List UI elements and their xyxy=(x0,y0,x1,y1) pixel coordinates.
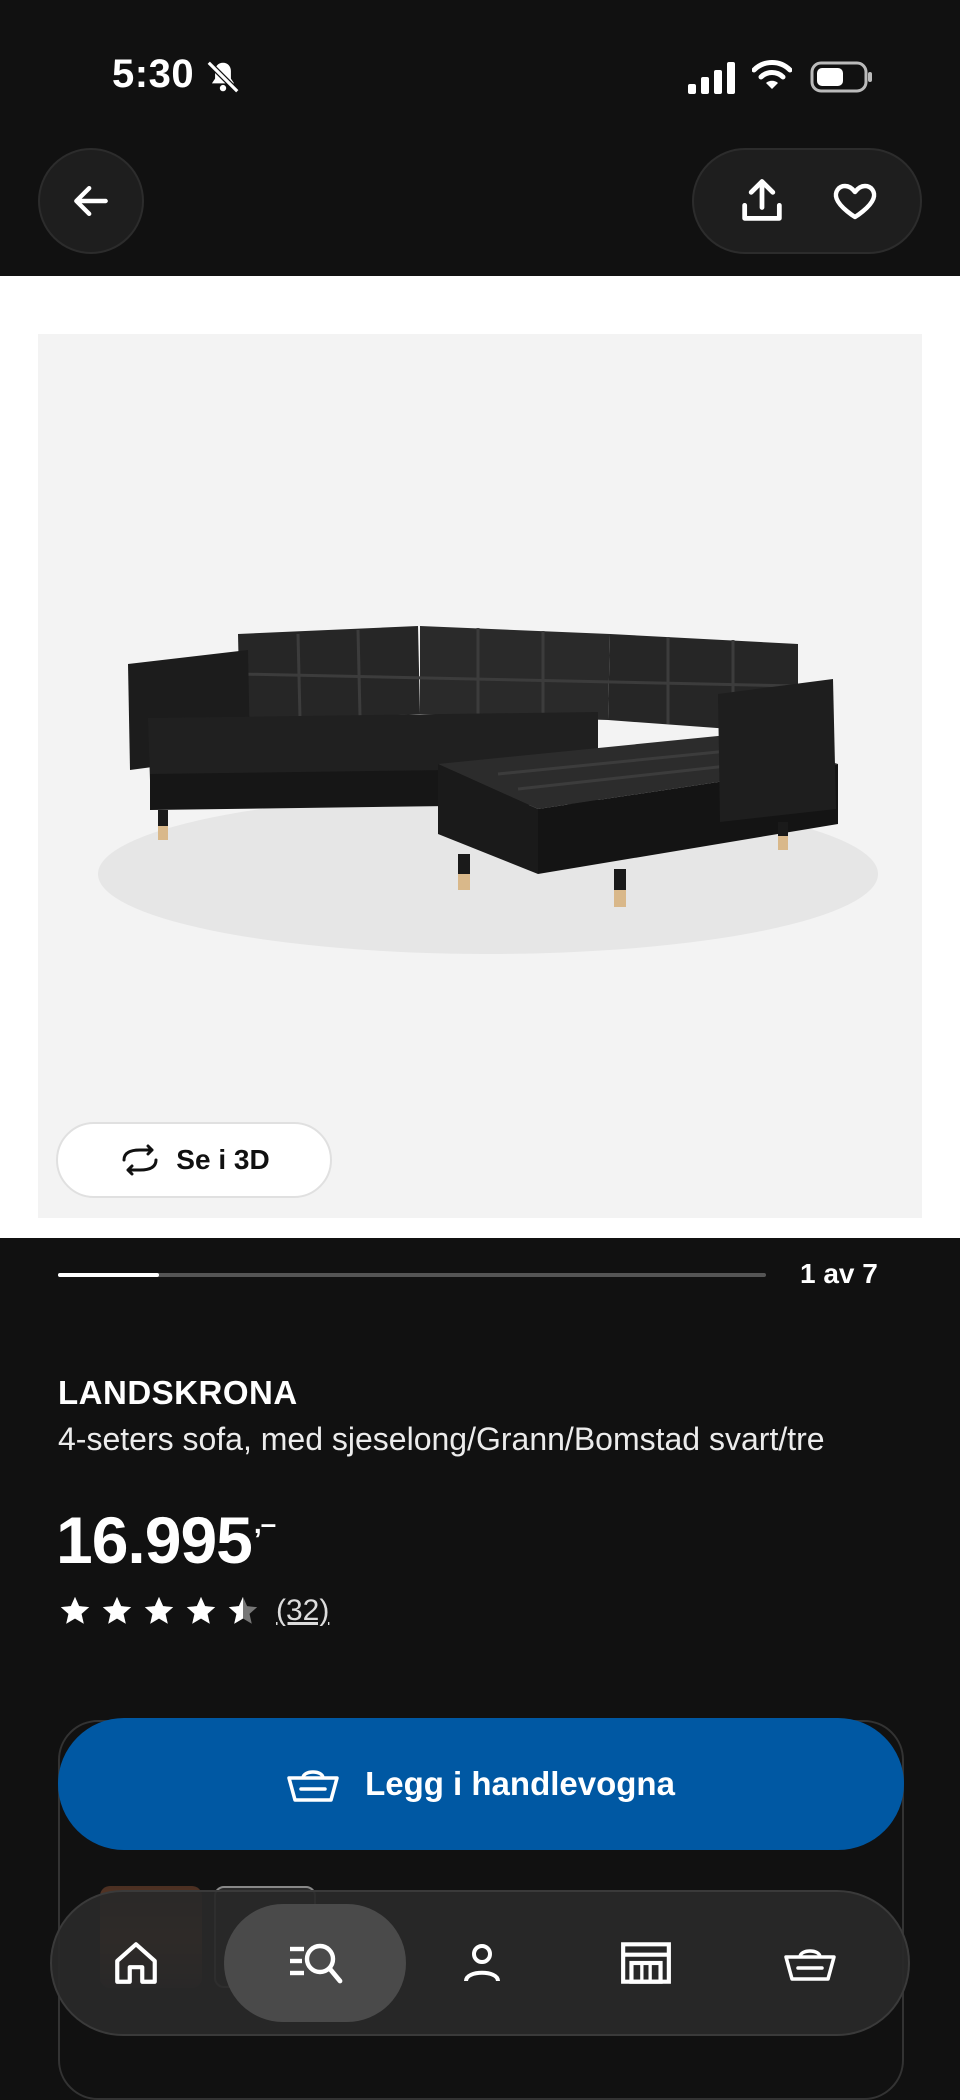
rotate-3d-icon xyxy=(122,1144,158,1176)
profile-icon xyxy=(464,1944,500,1982)
price-suffix: ,– xyxy=(253,1508,276,1539)
home-icon xyxy=(115,1942,157,1984)
gallery-page-counter: 1 av 7 xyxy=(800,1258,878,1289)
search-icon xyxy=(290,1943,343,1984)
store-icon xyxy=(621,1942,671,1984)
add-to-cart-button[interactable]: Legg i handlevogna xyxy=(58,1718,904,1850)
product-image[interactable]: Se i 3D xyxy=(38,334,922,1218)
gallery-progress xyxy=(58,1273,766,1277)
wifi-icon xyxy=(752,60,792,89)
status-time: 5:30 xyxy=(112,52,195,96)
share-icon[interactable] xyxy=(736,175,788,227)
bottom-navigation xyxy=(50,1890,910,2036)
arrow-left-icon xyxy=(74,185,108,217)
battery-icon xyxy=(810,61,872,93)
product-name: LANDSKRONA xyxy=(58,1374,298,1411)
star-icon xyxy=(186,1596,216,1624)
star-icon xyxy=(144,1596,174,1624)
price-value: 16.995 xyxy=(56,1503,253,1577)
nav-home[interactable] xyxy=(66,1892,206,2034)
heart-icon[interactable] xyxy=(831,177,879,225)
nav-store[interactable] xyxy=(576,1892,716,2034)
nav-cart[interactable] xyxy=(740,1892,880,2034)
sofa-image xyxy=(98,626,878,954)
star-icon xyxy=(60,1596,90,1624)
product-price: 16.995,– xyxy=(56,1502,276,1578)
view-3d-label: Se i 3D xyxy=(176,1144,270,1175)
cart-icon xyxy=(784,1949,836,1981)
star-icon xyxy=(102,1596,132,1624)
gallery-progress-fill xyxy=(58,1273,160,1277)
add-to-cart-label: Legg i handlevogna xyxy=(365,1765,675,1802)
basket-icon xyxy=(287,1770,339,1802)
signal-icon xyxy=(688,62,735,94)
product-rating[interactable]: (32) xyxy=(58,1594,329,1628)
star-icon xyxy=(228,1596,258,1624)
view-3d-button[interactable]: Se i 3D xyxy=(56,1122,332,1198)
nav-profile[interactable] xyxy=(412,1892,552,2034)
nav-search[interactable] xyxy=(246,1892,386,2034)
bell-muted-icon xyxy=(206,60,240,94)
product-description: 4-seters sofa, med sjeselong/Grann/Bomst… xyxy=(58,1421,825,1457)
top-actions xyxy=(692,148,922,254)
review-count[interactable]: (32) xyxy=(276,1594,329,1628)
rating-stars xyxy=(58,1594,260,1628)
back-button[interactable] xyxy=(38,148,144,254)
